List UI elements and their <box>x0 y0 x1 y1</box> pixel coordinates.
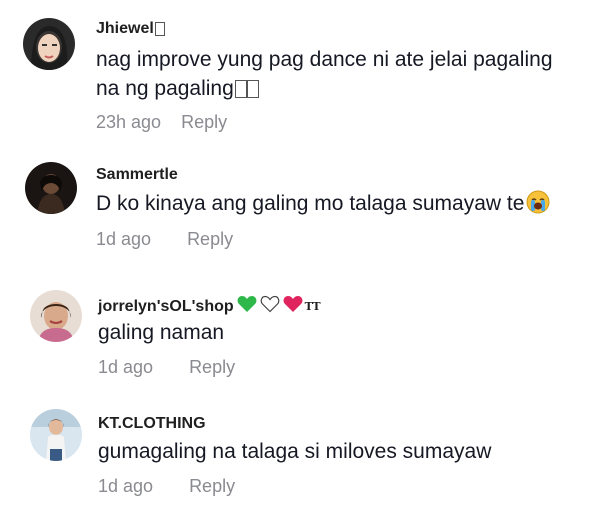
loudly-crying-face-icon <box>526 190 550 222</box>
comment-username[interactable]: Sammertle <box>96 166 178 184</box>
comment-text: gumagaling na talaga si miloves sumayaw <box>98 440 492 463</box>
avatar[interactable] <box>25 162 77 214</box>
comment-meta: 1d ago Reply <box>98 476 235 497</box>
comment-item: KT.CLOTHING gumagaling na talaga si milo… <box>0 395 600 517</box>
comment-item: Jhiewel nag improve yung pag dance ni at… <box>0 0 600 150</box>
comment-meta: 1d ago Reply <box>98 357 235 378</box>
comment-timestamp: 1d ago <box>96 229 152 249</box>
comment-timestamp: 1d ago <box>98 476 154 496</box>
comment-username[interactable]: KT.CLOTHING <box>98 415 206 433</box>
reply-button[interactable]: Reply <box>187 229 233 250</box>
unsupported-glyph <box>234 80 247 99</box>
reply-button[interactable]: Reply <box>189 476 235 497</box>
comment-text: nag improve yung pag dance ni ate jelai … <box>96 48 553 71</box>
comment-meta: 1d ago Reply <box>96 229 233 250</box>
unsupported-glyph <box>154 22 165 36</box>
white-heart-icon <box>260 295 280 318</box>
avatar[interactable] <box>30 290 82 342</box>
comment-timestamp: 1d ago <box>98 357 154 377</box>
comment-text-line2: na ng pagaling <box>96 75 259 103</box>
reply-button[interactable]: Reply <box>181 112 227 133</box>
unsupported-glyph <box>246 80 259 99</box>
comment-item: Sammertle D ko kinaya ang galing mo tala… <box>0 150 600 275</box>
comment-meta: 23h ago Reply <box>96 112 227 133</box>
avatar[interactable] <box>23 18 75 70</box>
green-heart-icon <box>237 295 257 318</box>
comment-item: jorrelyn'sOL'shop TT galing naman 1d ago… <box>0 275 600 395</box>
comment-username[interactable]: jorrelyn'sOL'shop TT <box>98 295 321 318</box>
avatar[interactable] <box>30 409 82 461</box>
red-heart-icon <box>283 295 303 318</box>
reply-button[interactable]: Reply <box>189 357 235 378</box>
tt-icon: TT <box>304 300 321 313</box>
comment-username[interactable]: Jhiewel <box>96 20 165 38</box>
comment-timestamp: 23h ago <box>96 112 162 132</box>
comment-text: galing naman <box>98 321 225 344</box>
comment-text: D ko kinaya ang galing mo talaga sumayaw… <box>96 190 550 222</box>
